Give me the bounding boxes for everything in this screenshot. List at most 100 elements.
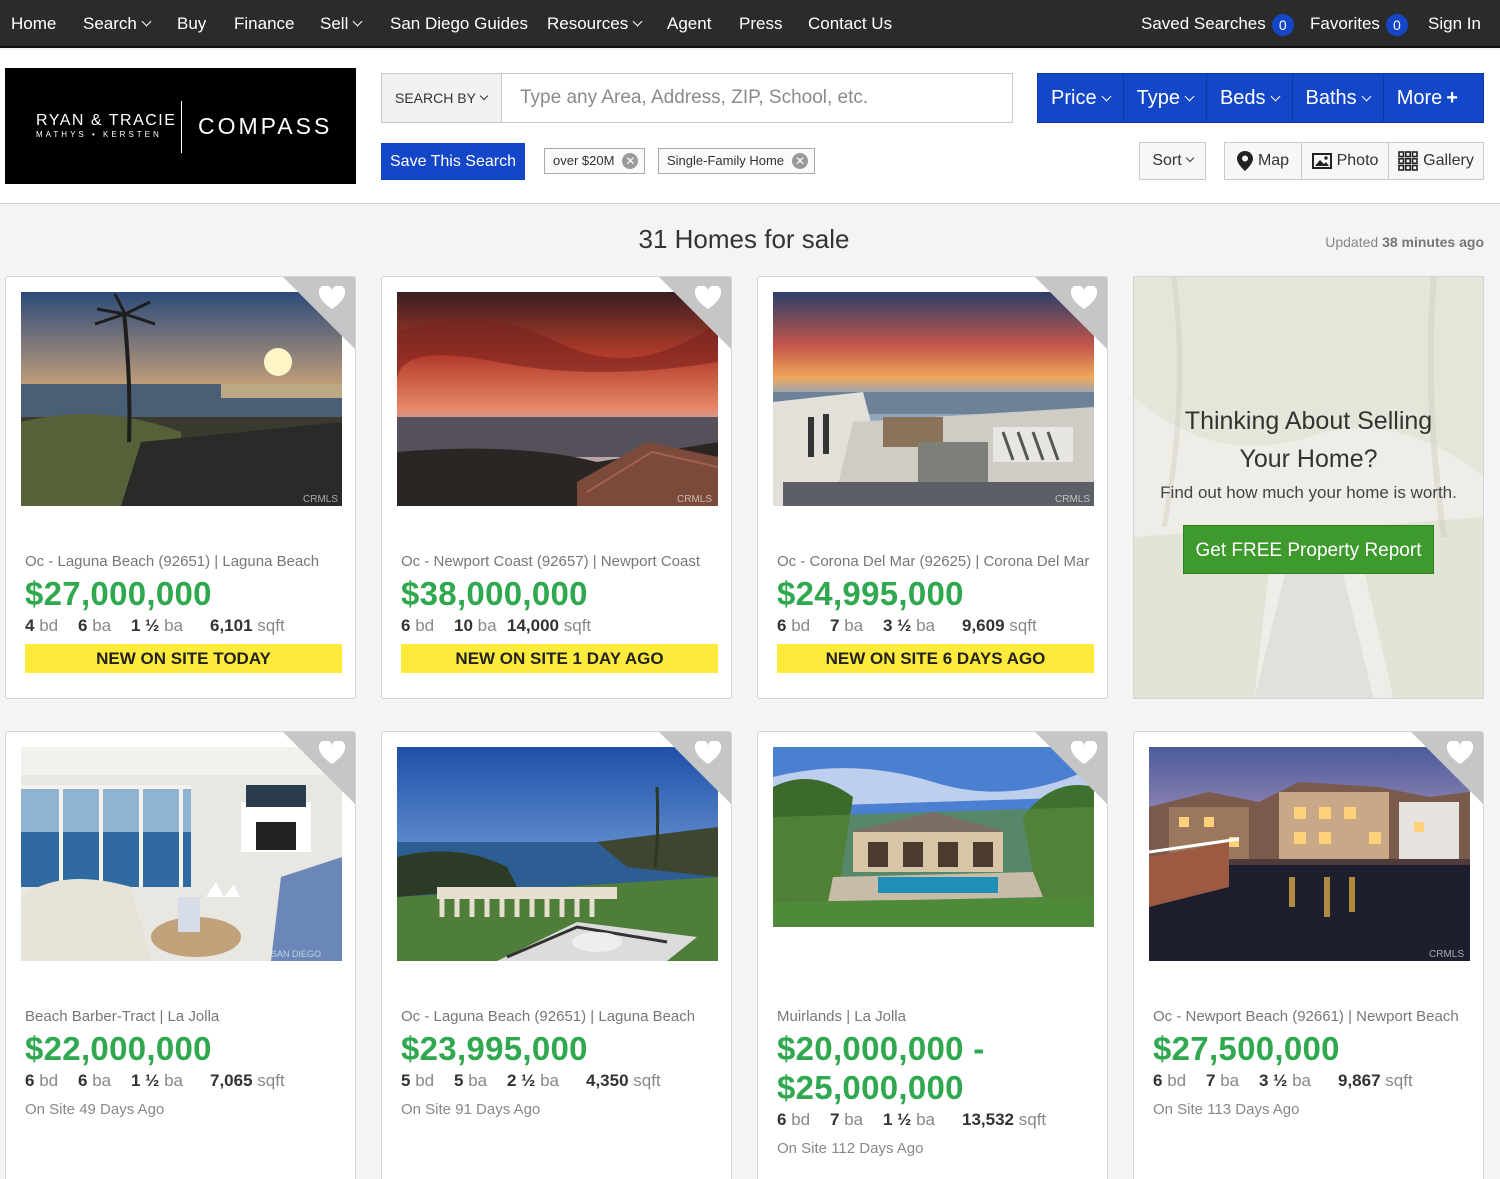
chevron-down-icon (1185, 153, 1194, 163)
updated-value: 38 minutes ago (1382, 234, 1484, 250)
favorite-corner[interactable] (659, 277, 731, 349)
chevron-down-icon (1361, 91, 1372, 102)
property-report-button[interactable]: Get FREE Property Report (1183, 525, 1434, 574)
favorite-corner[interactable] (283, 277, 355, 349)
nav-press[interactable]: Press (739, 0, 782, 48)
watermark: CRMLS (303, 494, 338, 505)
sqft-unit: sqft (1009, 616, 1037, 635)
baths-value: 7 (1206, 1071, 1216, 1090)
baths-unit: ba (1292, 1071, 1312, 1090)
listing-card[interactable]: CRMLS Oc - Newport Coast (92657) | Newpo… (381, 276, 732, 699)
listing-area: Oc - Newport Coast (92657) | Newport Coa… (401, 553, 701, 570)
nav-guides[interactable]: San Diego Guides (390, 0, 528, 48)
listing-specs: 6 bd 7 ba 3 ½ ba 9,609 sqft (777, 616, 1037, 636)
listing-area: Oc - Newport Beach (92661) | Newport Bea… (1153, 1008, 1459, 1025)
promo-card: Thinking About Selling Your Home? Find ou… (1133, 276, 1484, 699)
nav-contact[interactable]: Contact Us (808, 0, 892, 48)
listing-card[interactable]: SAN DIEGO Beach Barber-Tract | La Jolla … (5, 731, 356, 1179)
heart-icon[interactable] (1446, 741, 1474, 765)
listing-card[interactable]: CRMLS Oc - Laguna Beach (92651) | Laguna… (5, 276, 356, 699)
listing-area: Oc - Laguna Beach (92651) | Laguna Beach (25, 553, 320, 570)
listing-specs: 6 bd 10 ba 14,000 sqft (401, 616, 591, 636)
beds-unit: bd (39, 616, 59, 635)
nav-home[interactable]: Home (11, 0, 56, 48)
nav-resources[interactable]: Resources (547, 0, 643, 48)
beds-unit: bd (415, 616, 435, 635)
heart-icon[interactable] (318, 741, 346, 765)
heart-icon[interactable] (1070, 741, 1098, 765)
promo-line1: Thinking About Selling (1184, 407, 1433, 435)
results-title: 31 Homes for sale (638, 224, 850, 254)
grid-icon (1398, 151, 1418, 171)
new-listing-badge: NEW ON SITE 1 DAY AGO (401, 644, 718, 673)
search-by-dropdown[interactable]: SEARCH BY (381, 73, 502, 123)
listing-specs: 6 bd 7 ba 3 ½ ba 9,867 sqft (1153, 1071, 1413, 1091)
remove-chip-icon[interactable]: ✕ (622, 153, 639, 169)
nav-buy[interactable]: Buy (177, 0, 206, 48)
nav-search[interactable]: Search (83, 0, 152, 48)
filter-baths[interactable]: Baths (1293, 74, 1384, 122)
listing-area: Muirlands | La Jolla (777, 1008, 906, 1025)
chevron-down-icon (1101, 91, 1112, 102)
view-gallery-button[interactable]: Gallery (1389, 143, 1483, 179)
listing-card[interactable]: CRMLS Oc - Newport Beach (92661) | Newpo… (1133, 731, 1484, 1179)
half-baths-value: 1 ½ (131, 616, 160, 635)
baths-unit: ba (164, 1071, 184, 1090)
listing-card[interactable]: Muirlands | La Jolla $20,000,000 - $25,0… (757, 731, 1108, 1179)
chevron-down-icon (479, 91, 489, 101)
nav-finance[interactable]: Finance (234, 0, 294, 48)
view-map-label: Map (1257, 152, 1290, 169)
view-gallery-label: Gallery (1423, 152, 1474, 169)
beds-value: 5 (401, 1071, 411, 1090)
beds-value: 6 (401, 616, 411, 635)
filter-price[interactable]: Price (1038, 74, 1124, 122)
sort-dropdown[interactable]: Sort (1139, 142, 1206, 180)
sqft-value: 13,532 (962, 1110, 1014, 1129)
listing-price: $24,995,000 (777, 575, 964, 612)
sqft-value: 9,609 (962, 616, 1005, 635)
favorite-corner[interactable] (1411, 732, 1483, 804)
half-baths-value: 2 ½ (507, 1071, 536, 1090)
search-header: RYAN & TRACIE MATHYS • KERSTEN COMPASS S… (0, 50, 1500, 204)
baths-value: 7 (830, 616, 840, 635)
beds-value: 6 (777, 1110, 787, 1129)
sqft-unit: sqft (633, 1071, 661, 1090)
new-listing-badge: NEW ON SITE TODAY (25, 644, 342, 673)
listing-card[interactable]: CRMLS Oc - Corona Del Mar (92625) | Coro… (757, 276, 1108, 699)
filter-bar: Price Type Beds Baths More + (1037, 73, 1484, 123)
nav-sign-in[interactable]: Sign In (1428, 0, 1481, 48)
filter-type[interactable]: Type (1124, 74, 1207, 122)
watermark: CRMLS (1429, 949, 1464, 960)
save-search-button[interactable]: Save This Search (381, 143, 525, 180)
heart-icon[interactable] (694, 741, 722, 765)
favorite-corner[interactable] (283, 732, 355, 804)
search-input[interactable] (501, 73, 1013, 123)
heart-icon[interactable] (694, 286, 722, 310)
view-photo-button[interactable]: Photo (1302, 143, 1389, 179)
remove-chip-icon[interactable]: ✕ (792, 153, 809, 169)
nav-saved-searches[interactable]: Saved Searches 0 (1141, 0, 1294, 48)
nav-resources-label: Resources (547, 14, 629, 33)
beds-unit: bd (791, 616, 811, 635)
view-map-button[interactable]: Map (1225, 143, 1302, 179)
baths-unit: ba (844, 1110, 864, 1129)
filter-baths-label: Baths (1305, 87, 1357, 109)
favorite-corner[interactable] (1035, 732, 1107, 804)
beds-value: 6 (25, 1071, 35, 1090)
search-by-label: SEARCH BY (395, 90, 476, 106)
favorite-corner[interactable] (1035, 277, 1107, 349)
baths-unit: ba (916, 1110, 936, 1129)
nav-sell[interactable]: Sell (320, 0, 363, 48)
promo-subtitle: Find out how much your home is worth. (1160, 483, 1457, 502)
filter-beds[interactable]: Beds (1207, 74, 1293, 122)
heart-icon[interactable] (318, 286, 346, 310)
baths-unit: ba (164, 616, 184, 635)
listing-card[interactable]: Oc - Laguna Beach (92651) | Laguna Beach… (381, 731, 732, 1179)
filter-more[interactable]: More + (1384, 74, 1471, 122)
listing-area: Oc - Corona Del Mar (92625) | Corona Del… (777, 553, 1090, 570)
nav-favorites[interactable]: Favorites 0 (1310, 0, 1408, 48)
nav-agent[interactable]: Agent (667, 0, 711, 48)
heart-icon[interactable] (1070, 286, 1098, 310)
brand-logo[interactable]: RYAN & TRACIE MATHYS • KERSTEN COMPASS (5, 68, 356, 184)
favorite-corner[interactable] (659, 732, 731, 804)
